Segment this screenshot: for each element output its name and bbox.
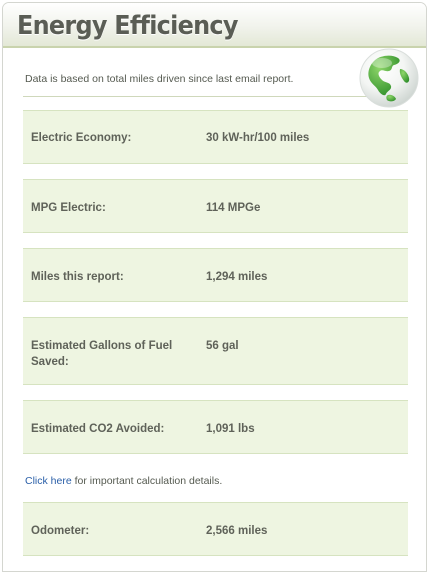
row-value: 56 gal — [206, 340, 239, 352]
row-miles-this-report: Miles this report: 1,294 miles — [23, 248, 408, 302]
row-label: Estimated Gallons of Fuel Saved: — [31, 340, 173, 368]
panel-header: Energy Efficiency — [3, 3, 426, 48]
row-value: 1,091 lbs — [206, 423, 255, 435]
row-value: 1,294 miles — [206, 271, 268, 283]
row-electric-economy: Electric Economy: 30 kW-hr/100 miles — [23, 110, 408, 164]
row-co2-avoided: Estimated CO2 Avoided: 1,091 lbs — [23, 400, 408, 454]
intro-text: Data is based on total miles driven sinc… — [25, 73, 294, 85]
globe-icon — [358, 47, 420, 109]
row-value: 2,566 miles — [206, 525, 268, 537]
row-label: Miles this report: — [31, 271, 124, 283]
divider — [23, 96, 408, 97]
row-gallons-saved: Estimated Gallons of Fuel Saved: 56 gal — [23, 317, 408, 385]
row-mpg-electric: MPG Electric: 114 MPGe — [23, 179, 408, 233]
row-value: 30 kW-hr/100 miles — [206, 132, 310, 144]
row-label: Odometer: — [31, 525, 90, 537]
panel-title: Energy Efficiency — [17, 11, 238, 41]
row-label: MPG Electric: — [31, 202, 106, 214]
click-here-link[interactable]: Click here — [25, 475, 72, 487]
calculation-details-text: for important calculation details. — [71, 475, 223, 487]
row-label: Estimated CO2 Avoided: — [31, 423, 165, 435]
row-odometer: Odometer: 2,566 miles — [23, 502, 408, 556]
calculation-details: Click here for important calculation det… — [25, 475, 222, 487]
row-value: 114 MPGe — [206, 202, 261, 214]
energy-efficiency-panel: Energy Efficiency Data is based on total… — [2, 2, 427, 572]
row-label: Electric Economy: — [31, 132, 132, 144]
